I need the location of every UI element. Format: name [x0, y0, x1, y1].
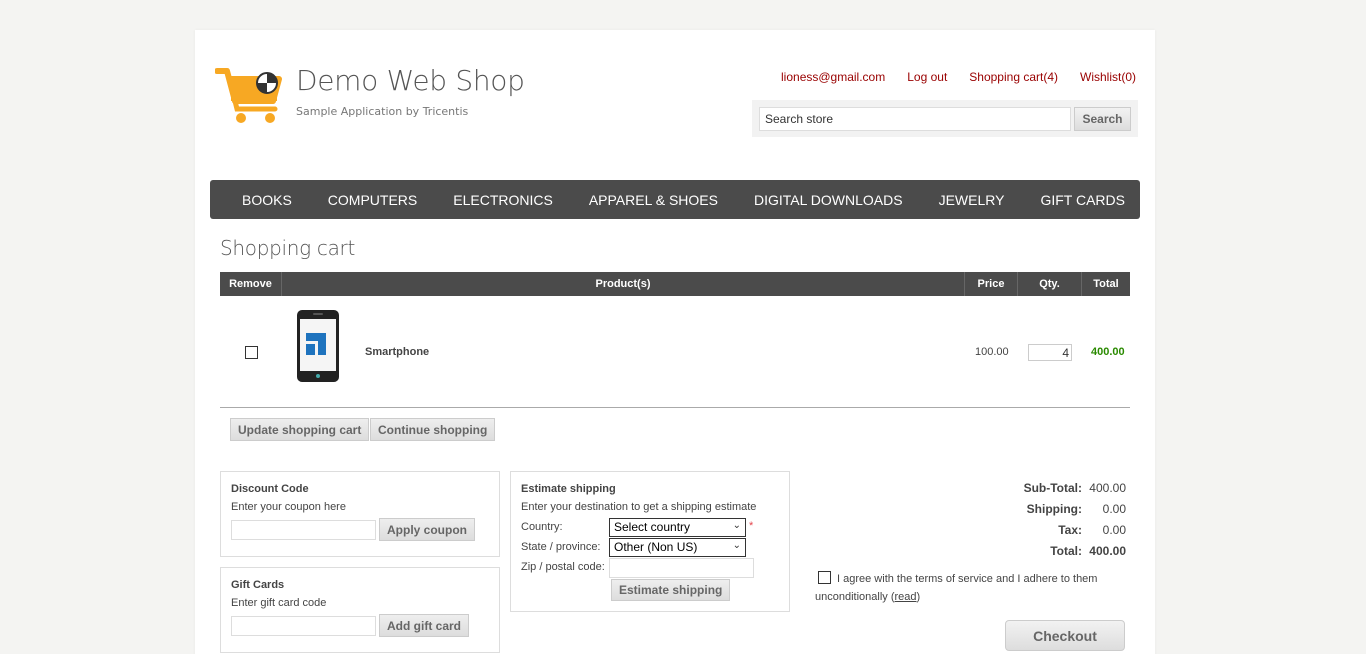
total-row: Total: 400.00: [1005, 540, 1126, 561]
product-name-link[interactable]: Smartphone: [365, 346, 429, 358]
subtotal-value: 400.00: [1089, 480, 1126, 495]
menu-item-gift-cards[interactable]: GIFT CARDS: [1022, 192, 1143, 208]
giftcard-hint: Enter gift card code: [231, 597, 327, 609]
gift-cards-box: Gift Cards Enter gift card code Add gift…: [220, 567, 500, 653]
giftcard-title: Gift Cards: [231, 579, 285, 591]
read-terms-link[interactable]: read: [895, 591, 917, 603]
menu-item-label: GIFT CARDS: [1040, 191, 1125, 208]
menu-item-apparel-shoes[interactable]: APPAREL & SHOES: [571, 192, 736, 208]
menu-item-label: DIGITAL DOWNLOADS: [754, 191, 903, 208]
discount-code-input[interactable]: [231, 520, 376, 540]
wishlist-link[interactable]: Wishlist(0): [1080, 70, 1136, 84]
estimate-shipping-button[interactable]: Estimate shipping: [611, 579, 731, 601]
menu-item-label: BOOKS: [242, 191, 292, 208]
column-header-product: Product(s): [282, 272, 965, 296]
menu-item-label: COMPUTERS: [327, 191, 418, 208]
estimate-shipping-box: Estimate shipping Enter your destination…: [510, 471, 790, 612]
logo-title: Demo Web Shop: [296, 64, 525, 97]
add-gift-card-button[interactable]: Add gift card: [379, 614, 469, 637]
required-marker: *: [749, 520, 754, 532]
subtotal-label: Sub-Total:: [1023, 480, 1082, 495]
shipping-label: Shipping:: [1026, 501, 1082, 516]
shipping-value: 0.00: [1102, 501, 1126, 516]
menu-item-computers[interactable]: COMPUTERS: [310, 192, 435, 208]
column-header-remove: Remove: [220, 272, 282, 296]
menu-item-label: JEWELRY: [938, 191, 1005, 208]
shipping-title: Estimate shipping: [521, 483, 616, 495]
table-row: Smartphone 100.00 400.00: [220, 296, 1130, 408]
cart-table: Remove Product(s) Price Qty. Total Smart…: [220, 272, 1130, 408]
remove-checkbox[interactable]: [245, 346, 258, 359]
cart-table-header: Remove Product(s) Price Qty. Total: [220, 272, 1130, 296]
country-label: Country:: [521, 521, 563, 533]
terms-paren-close: ): [916, 591, 921, 603]
checkout-button[interactable]: Checkout: [1005, 620, 1125, 651]
discount-title: Discount Code: [231, 483, 309, 495]
page-title: Shopping cart: [220, 236, 356, 260]
menu-item-label: ELECTRONICS: [453, 191, 553, 208]
order-totals: Sub-Total: 400.00 Shipping: 0.00 Tax: 0.…: [1005, 477, 1126, 561]
gift-card-input[interactable]: [231, 616, 376, 636]
site-logo[interactable]: Demo Web Shop Sample Application by Tric…: [215, 64, 535, 134]
column-header-price: Price: [965, 272, 1018, 296]
zip-input[interactable]: [609, 558, 754, 578]
menu-item-jewelry[interactable]: JEWELRY: [921, 192, 1023, 208]
logo-subtitle: Sample Application by Tricentis: [296, 105, 469, 118]
state-select-value: Other (Non US): [614, 540, 698, 554]
country-select-value: Select country: [614, 520, 691, 534]
tax-value: 0.00: [1102, 522, 1126, 537]
shopping-cart-link[interactable]: Shopping cart(4): [969, 70, 1058, 84]
menu-item-books[interactable]: BOOKS: [224, 192, 310, 208]
menu-item-digital-downloads[interactable]: DIGITAL DOWNLOADS: [736, 192, 921, 208]
product-subtotal: 400.00: [1091, 346, 1125, 358]
search-button[interactable]: Search: [1074, 107, 1131, 131]
total-value: 400.00: [1089, 543, 1126, 558]
terms-of-service: I agree with the terms of service and I …: [815, 570, 1135, 606]
menu-item-label: APPAREL & SHOES: [588, 191, 718, 208]
column-header-total: Total: [1093, 278, 1119, 290]
subtotal-row: Sub-Total: 400.00: [1005, 477, 1126, 498]
column-header-qty: Qty.: [1018, 272, 1082, 296]
page-container: Demo Web Shop Sample Application by Tric…: [195, 30, 1155, 654]
shipping-hint: Enter your destination to get a shipping…: [521, 501, 757, 513]
top-menu: BOOKS COMPUTERS ELECTRONICS APPAREL & SH…: [210, 180, 1140, 219]
account-link[interactable]: lioness@gmail.com: [781, 70, 885, 84]
shopping-cart-logo-icon: [215, 68, 282, 123]
country-select[interactable]: Select country ⌄: [609, 518, 746, 537]
continue-shopping-button[interactable]: Continue shopping: [370, 418, 496, 441]
total-label: Total:: [1050, 543, 1082, 558]
product-price: 100.00: [975, 346, 1009, 358]
header-links: lioness@gmail.com Log out Shopping cart(…: [781, 70, 1136, 84]
update-cart-button[interactable]: Update shopping cart: [230, 418, 370, 441]
state-label: State / province:: [521, 541, 601, 553]
logout-link[interactable]: Log out: [907, 70, 947, 84]
tax-label: Tax:: [1058, 522, 1082, 537]
terms-checkbox[interactable]: [818, 571, 831, 584]
zip-label: Zip / postal code:: [521, 561, 605, 573]
search-box: Search: [752, 100, 1138, 137]
menu-item-electronics[interactable]: ELECTRONICS: [435, 192, 571, 208]
quantity-input[interactable]: [1028, 344, 1072, 361]
discount-code-box: Discount Code Enter your coupon here App…: [220, 471, 500, 557]
apply-coupon-button[interactable]: Apply coupon: [379, 518, 475, 541]
chevron-down-icon: ⌄: [732, 520, 741, 531]
tax-row: Tax: 0.00: [1005, 519, 1126, 540]
search-input[interactable]: [759, 107, 1071, 131]
chevron-down-icon: ⌄: [732, 540, 741, 551]
terms-text: I agree with the terms of service and I …: [815, 573, 1098, 603]
smartphone-product-image[interactable]: [296, 309, 340, 383]
discount-hint: Enter your coupon here: [231, 501, 346, 513]
shipping-row: Shipping: 0.00: [1005, 498, 1126, 519]
state-select[interactable]: Other (Non US) ⌄: [609, 538, 746, 557]
